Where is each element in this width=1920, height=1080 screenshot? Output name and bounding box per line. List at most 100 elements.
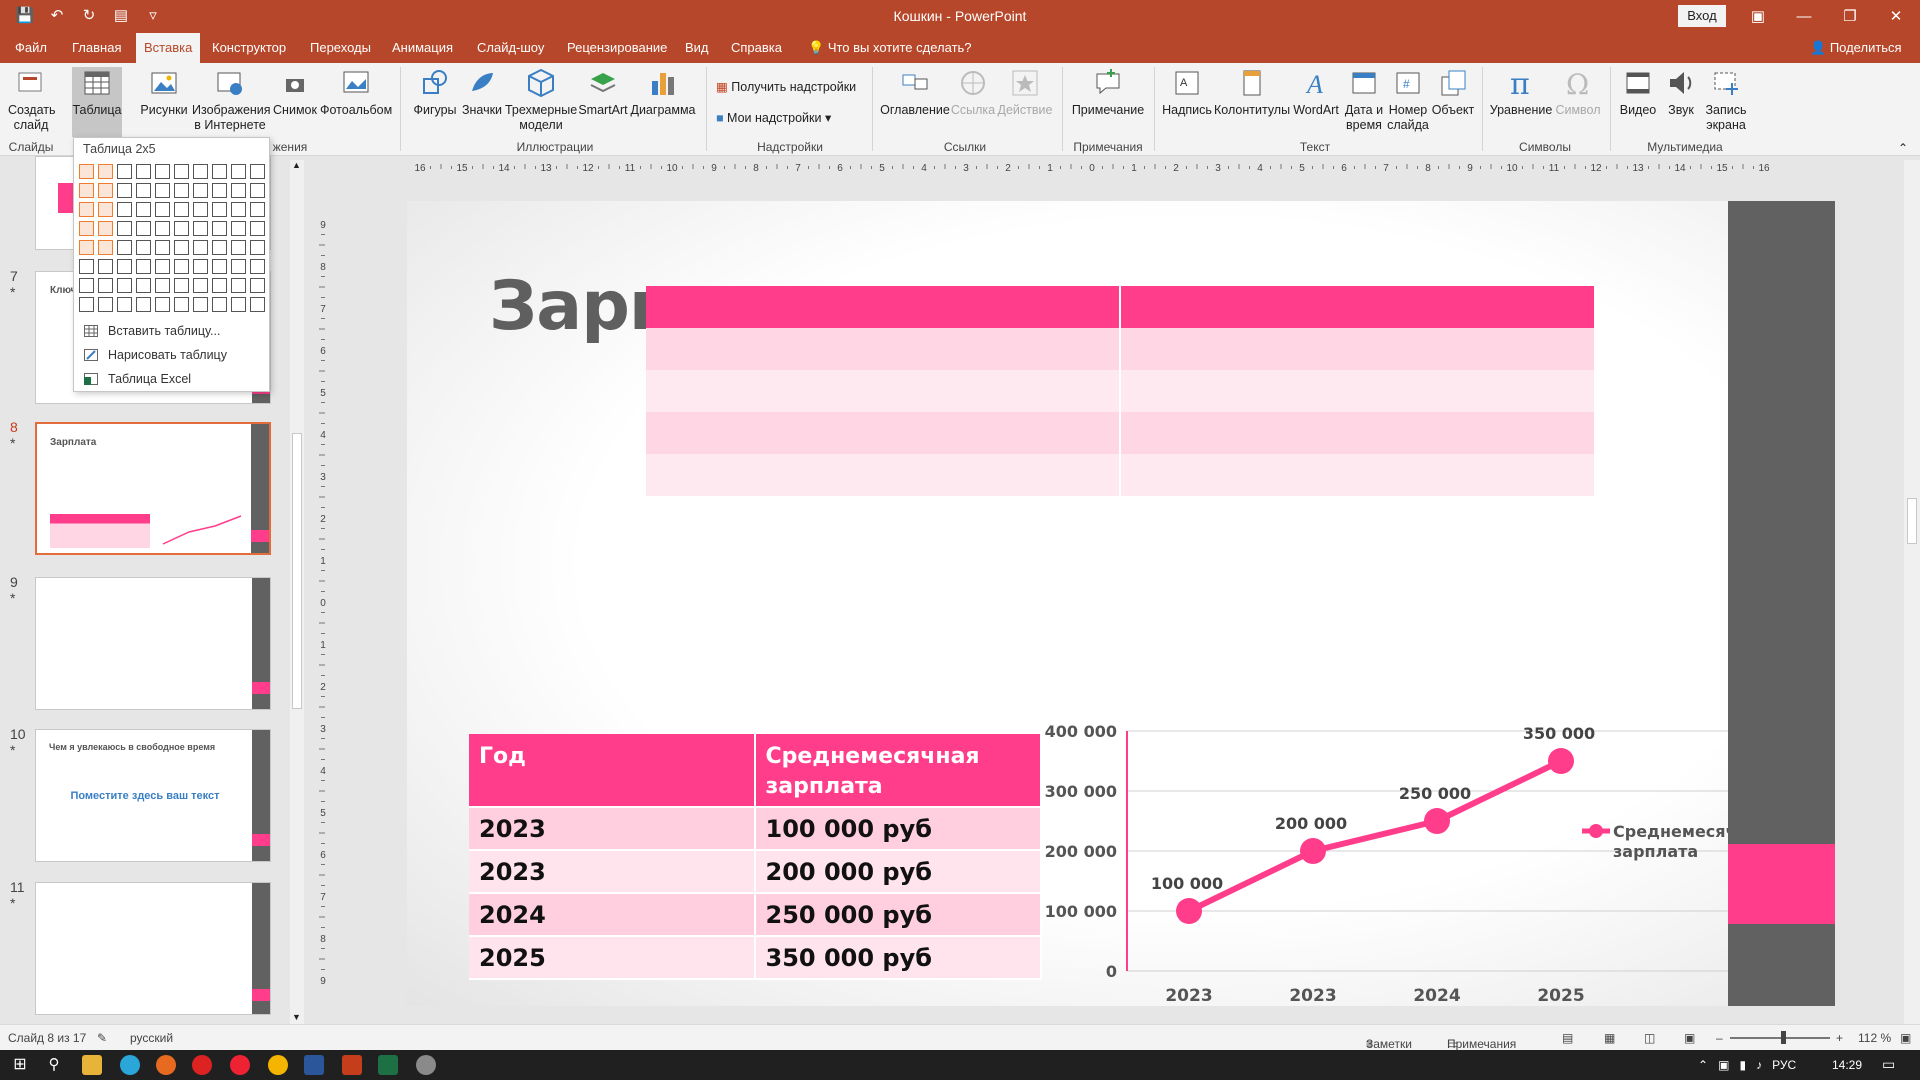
- slide-canvas[interactable]: Зарпл Год Среднемесячная зарплата 2023 1…: [407, 201, 1835, 1006]
- table-grid-cell[interactable]: [212, 240, 227, 255]
- thumbnail-slide-10[interactable]: Чем я увлекаюсь в свободное время Помест…: [35, 729, 271, 862]
- clock[interactable]: 14:29: [1832, 1058, 1862, 1072]
- thumbnail-slide-9[interactable]: [35, 577, 271, 710]
- table-grid-cell[interactable]: [193, 297, 208, 312]
- close-icon[interactable]: ✕: [1873, 0, 1919, 33]
- table-grid-cell[interactable]: [136, 240, 151, 255]
- editor-scrollbar[interactable]: [1904, 160, 1920, 1024]
- table-button[interactable]: Таблица: [72, 67, 122, 137]
- table-grid-cell[interactable]: [79, 278, 94, 293]
- normal-view-icon[interactable]: ▤: [1562, 1031, 1573, 1045]
- table-cell[interactable]: 200 000 руб: [755, 851, 1042, 894]
- zoom-slider-track[interactable]: [1730, 1037, 1830, 1039]
- excel-icon[interactable]: [378, 1055, 398, 1075]
- table-grid-cell[interactable]: [174, 221, 189, 236]
- file-explorer-icon[interactable]: [82, 1055, 102, 1075]
- table-grid-cell[interactable]: [98, 259, 113, 274]
- share-button[interactable]: 👤 Поделиться: [1802, 33, 1910, 63]
- table-grid-cell[interactable]: [212, 164, 227, 179]
- search-icon[interactable]: ⚲: [44, 1055, 64, 1075]
- insert-table-item[interactable]: Вставить таблицу...: [84, 324, 220, 338]
- empty-table-cell[interactable]: [646, 286, 1121, 328]
- salary-line-chart[interactable]: 400 000 300 000 200 000 100 000 0 2023 2023 202…: [1035, 721, 1735, 1006]
- get-addins-button[interactable]: ▦ Получить надстройки: [716, 79, 856, 94]
- language-tray[interactable]: РУС: [1772, 1058, 1796, 1072]
- collapse-ribbon-icon[interactable]: ⌃: [1898, 141, 1908, 155]
- table-grid-cell[interactable]: [231, 297, 246, 312]
- empty-table[interactable]: [646, 286, 1596, 496]
- chart-button[interactable]: Диаграмма: [630, 67, 696, 118]
- table-cell[interactable]: 2024: [469, 894, 756, 937]
- table-grid-cell[interactable]: [250, 297, 265, 312]
- chrome-icon[interactable]: [268, 1055, 288, 1075]
- datetime-button[interactable]: Дата и время: [1342, 67, 1386, 133]
- scrollbar-thumb[interactable]: [1907, 498, 1917, 544]
- table-grid-cell[interactable]: [250, 202, 265, 217]
- fit-slide-icon[interactable]: ▣: [1900, 1031, 1911, 1045]
- table-grid-cell[interactable]: [155, 297, 170, 312]
- table-grid-cell[interactable]: [174, 240, 189, 255]
- zoom-in-icon[interactable]: +: [1836, 1031, 1843, 1045]
- header-salary[interactable]: Среднемесячная зарплата: [755, 734, 1042, 808]
- table-cell[interactable]: 2023: [469, 851, 756, 894]
- table-cell[interactable]: 2025: [469, 937, 756, 980]
- table-grid-cell[interactable]: [193, 164, 208, 179]
- table-grid-cell[interactable]: [174, 259, 189, 274]
- table-grid-cell[interactable]: [117, 183, 132, 198]
- table-grid-cell[interactable]: [174, 202, 189, 217]
- table-grid-cell[interactable]: [250, 221, 265, 236]
- empty-table-cell[interactable]: [1121, 328, 1596, 370]
- table-grid-cell[interactable]: [250, 259, 265, 274]
- table-grid-cell[interactable]: [155, 240, 170, 255]
- table-grid-cell[interactable]: [98, 183, 113, 198]
- textbox-button[interactable]: A Надпись: [1160, 67, 1214, 118]
- scrollbar-thumb[interactable]: [292, 433, 302, 709]
- table-grid-cell[interactable]: [212, 297, 227, 312]
- thumbnail-slide-8[interactable]: Зарплата: [35, 422, 271, 555]
- table-grid-cell[interactable]: [79, 183, 94, 198]
- table-grid-cell[interactable]: [79, 259, 94, 274]
- tab-transitions[interactable]: Переходы: [302, 33, 379, 63]
- table-grid-cell[interactable]: [174, 278, 189, 293]
- excel-table-item[interactable]: Таблица Excel: [84, 372, 191, 386]
- tab-insert[interactable]: Вставка: [136, 33, 201, 63]
- table-grid-cell[interactable]: [193, 278, 208, 293]
- zoom-level[interactable]: 112 %: [1858, 1031, 1891, 1045]
- app-icon[interactable]: [416, 1055, 436, 1075]
- table-grid-cell[interactable]: [231, 164, 246, 179]
- network-icon[interactable]: ▣: [1718, 1058, 1729, 1072]
- table-grid-cell[interactable]: [250, 164, 265, 179]
- empty-table-cell[interactable]: [1121, 454, 1596, 496]
- tab-help[interactable]: Справка: [723, 33, 790, 63]
- table-grid-cell[interactable]: [79, 202, 94, 217]
- minimize-icon[interactable]: —: [1781, 0, 1827, 33]
- table-grid-cell[interactable]: [79, 221, 94, 236]
- yandex-browser-icon[interactable]: [230, 1055, 250, 1075]
- screenshot-button[interactable]: Снимок: [272, 67, 318, 118]
- table-grid-cell[interactable]: [136, 183, 151, 198]
- series-line[interactable]: [1187, 758, 1563, 914]
- login-button[interactable]: Вход: [1678, 5, 1726, 27]
- table-grid-cell[interactable]: [231, 240, 246, 255]
- empty-table-cell[interactable]: [1121, 286, 1596, 328]
- empty-table-cell[interactable]: [646, 412, 1121, 454]
- table-grid-cell[interactable]: [174, 297, 189, 312]
- scroll-up-icon[interactable]: ▲: [292, 160, 301, 170]
- ribbon-display-icon[interactable]: ▣: [1735, 0, 1781, 33]
- battery-icon[interactable]: ▮: [1739, 1058, 1746, 1072]
- yandex-icon[interactable]: [192, 1055, 212, 1075]
- table-grid-cell[interactable]: [231, 221, 246, 236]
- table-grid-cell[interactable]: [193, 183, 208, 198]
- data-point[interactable]: [1424, 808, 1450, 834]
- table-cell[interactable]: 350 000 руб: [755, 937, 1042, 980]
- table-grid-cell[interactable]: [174, 183, 189, 198]
- table-cell[interactable]: 2023: [469, 808, 756, 851]
- empty-table-cell[interactable]: [1121, 412, 1596, 454]
- wordart-button[interactable]: A WordArt: [1290, 67, 1342, 118]
- table-grid-cell[interactable]: [98, 221, 113, 236]
- word-icon[interactable]: [304, 1055, 324, 1075]
- zoom-out-icon[interactable]: –: [1716, 1031, 1723, 1045]
- shapes-button[interactable]: Фигуры: [410, 67, 460, 118]
- table-grid-cell[interactable]: [155, 164, 170, 179]
- scroll-down-icon[interactable]: ▼: [292, 1012, 301, 1022]
